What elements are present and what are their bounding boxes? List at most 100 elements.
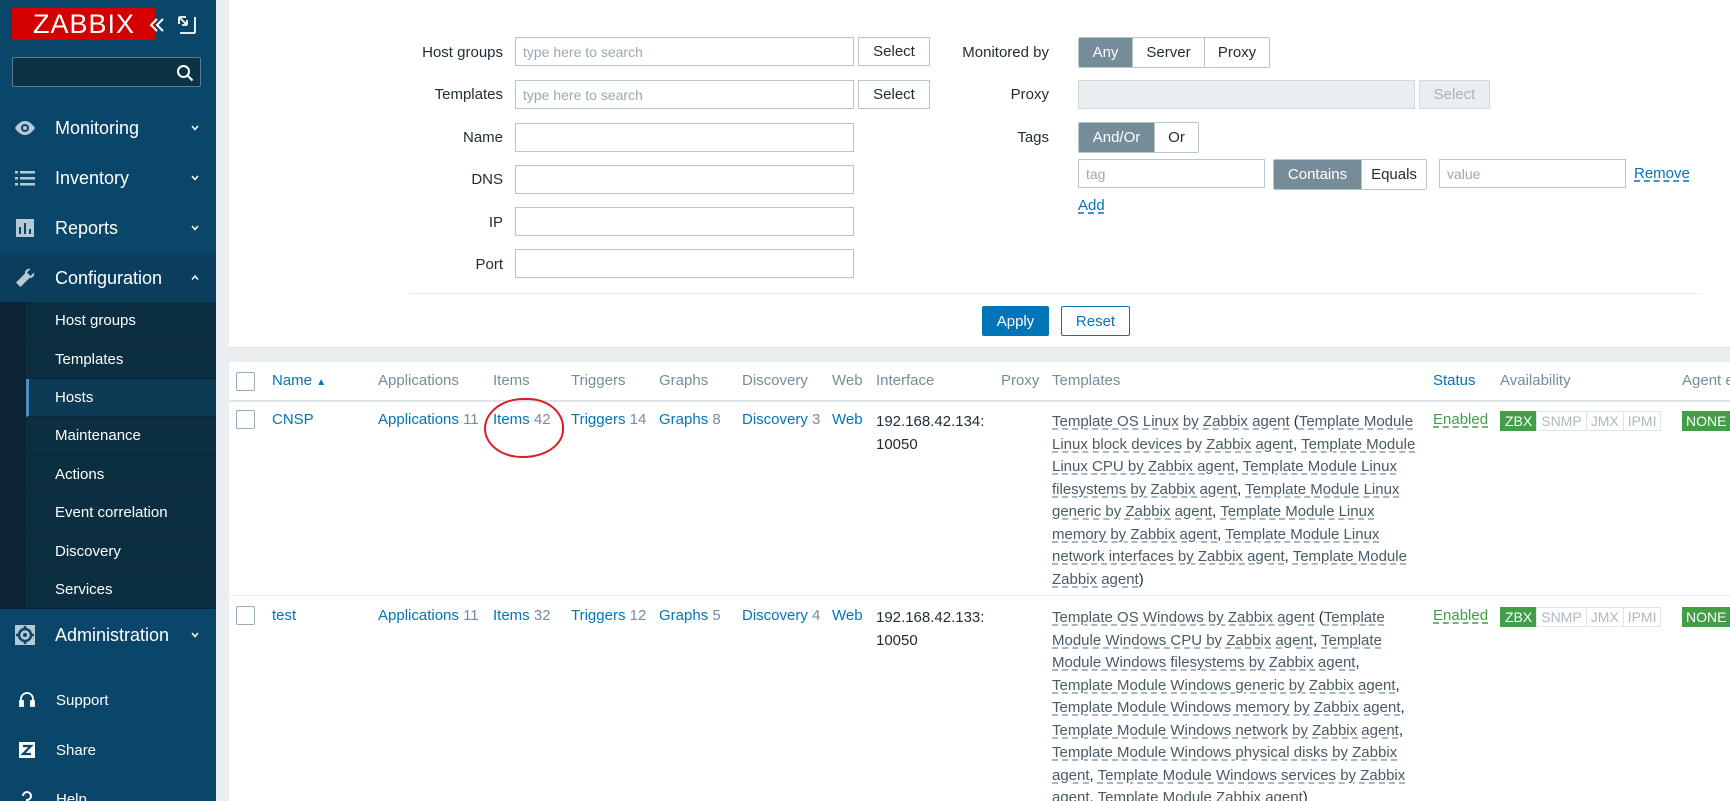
header-web: Web [832, 372, 863, 389]
submenu-actions[interactable]: Actions [26, 456, 216, 494]
search-icon[interactable] [176, 64, 194, 82]
submenu-host-groups[interactable]: Host groups [26, 302, 216, 341]
header-discovery: Discovery [742, 372, 808, 389]
proxy-input[interactable] [1078, 80, 1415, 109]
applications-link[interactable]: Applications [378, 607, 459, 624]
tags-and-or[interactable]: And/Or [1079, 123, 1155, 152]
remove-tag-link[interactable]: Remove [1634, 165, 1690, 182]
tags-or[interactable]: Or [1155, 123, 1198, 152]
linked-template-link[interactable]: Template Module Zabbix agent [1098, 789, 1303, 801]
sidebar-search-input[interactable] [13, 58, 200, 86]
header-name[interactable]: Name ▲ [272, 372, 326, 389]
kiosk-mode-icon[interactable] [176, 14, 198, 36]
name-label: Name [462, 129, 503, 146]
tag-operator-equals[interactable]: Equals [1362, 160, 1426, 189]
interface-port: 10050 [876, 631, 918, 649]
submenu-maintenance[interactable]: Maintenance [26, 417, 216, 456]
triggers-count: 14 [629, 411, 647, 428]
apply-button[interactable]: Apply [982, 306, 1049, 336]
template-link[interactable]: Template OS Linux by Zabbix agent [1052, 413, 1290, 430]
row-checkbox[interactable] [236, 410, 255, 429]
chevron-down-icon [191, 632, 199, 638]
name-input[interactable] [515, 123, 854, 152]
snmp-badge: SNMP [1536, 411, 1587, 431]
menu-inventory[interactable]: Inventory [0, 153, 216, 203]
interface-address: 192.168.42.134: [876, 413, 985, 430]
monitored-by-server[interactable]: Server [1133, 38, 1205, 67]
header-agent-encryption: Agent e [1682, 372, 1730, 389]
dns-input[interactable] [515, 165, 854, 194]
snmp-badge: SNMP [1536, 607, 1587, 627]
discovery-count: 4 [812, 607, 821, 624]
monitored-by-proxy[interactable]: Proxy [1205, 38, 1269, 67]
templates-input[interactable] [515, 80, 854, 109]
web-link[interactable]: Web [832, 411, 863, 428]
support-link[interactable]: Support [0, 680, 216, 720]
host-name-link[interactable]: test [272, 607, 296, 624]
collapse-sidebar-icon[interactable] [146, 14, 168, 36]
port-input[interactable] [515, 249, 854, 278]
graphs-link[interactable]: Graphs [659, 411, 708, 428]
select-all-checkbox[interactable] [236, 372, 255, 391]
applications-link[interactable]: Applications [378, 411, 459, 428]
zbx-badge: ZBX [1500, 607, 1538, 627]
items-link[interactable]: Items [493, 607, 530, 624]
tag-value-input[interactable] [1439, 159, 1626, 188]
submenu-templates[interactable]: Templates [26, 340, 216, 379]
sidebar-search[interactable] [12, 57, 201, 87]
availability-badges: ZBX SNMP JMX IPMI [1500, 411, 1662, 431]
row-checkbox[interactable] [236, 606, 255, 625]
graphs-count: 5 [712, 607, 721, 624]
linked-template-link[interactable]: Template Module Windows generic by Zabbi… [1052, 677, 1396, 694]
reset-button[interactable]: Reset [1061, 306, 1130, 336]
discovery-link[interactable]: Discovery [742, 411, 808, 428]
submenu-event-correlation[interactable]: Event correlation [26, 494, 216, 533]
bar-chart-icon [12, 215, 38, 241]
linked-template-link[interactable]: Template Module Windows network by Zabbi… [1052, 722, 1399, 739]
ipmi-badge: IPMI [1622, 607, 1662, 627]
linked-template-link[interactable]: Template Module Windows memory by Zabbix… [1052, 699, 1401, 716]
share-link[interactable]: Share [0, 730, 216, 770]
zbx-badge: ZBX [1500, 411, 1538, 431]
status-link[interactable]: Enabled [1433, 607, 1488, 624]
eye-icon [12, 115, 38, 141]
submenu-hosts[interactable]: Hosts [26, 378, 216, 418]
menu-reports[interactable]: Reports [0, 203, 216, 253]
host-name-link[interactable]: CNSP [272, 411, 314, 428]
ip-input[interactable] [515, 207, 854, 236]
items-link[interactable]: Items [493, 411, 530, 428]
templates-cell: Template OS Linux by Zabbix agent (Templ… [1052, 413, 1416, 588]
list-icon [12, 165, 38, 191]
submenu-services[interactable]: Services [26, 571, 216, 610]
triggers-count: 12 [629, 607, 647, 624]
add-tag-link[interactable]: Add [1078, 197, 1105, 214]
header-availability: Availability [1500, 372, 1571, 389]
menu-configuration[interactable]: Configuration [0, 253, 216, 303]
encryption-badge: NONE [1682, 411, 1730, 431]
tag-name-input[interactable] [1078, 159, 1265, 188]
graphs-cell: Graphs 5 [659, 607, 721, 624]
monitored-by-any[interactable]: Any [1079, 38, 1133, 67]
host-groups-input[interactable] [515, 37, 854, 66]
help-icon [22, 791, 32, 801]
menu-administration[interactable]: Administration [0, 610, 216, 660]
menu-monitoring[interactable]: Monitoring [0, 103, 216, 153]
triggers-link[interactable]: Triggers [571, 411, 625, 428]
header-status[interactable]: Status [1433, 372, 1476, 389]
triggers-cell: Triggers 14 [571, 411, 646, 428]
web-link[interactable]: Web [832, 607, 863, 624]
filter-divider [409, 293, 1701, 294]
discovery-link[interactable]: Discovery [742, 607, 808, 624]
template-link[interactable]: Template OS Windows by Zabbix agent [1052, 609, 1315, 626]
sort-asc-icon: ▲ [316, 377, 327, 388]
status-link[interactable]: Enabled [1433, 411, 1488, 428]
help-link[interactable]: Help [0, 779, 216, 801]
zabbix-logo[interactable]: ZABBIX [12, 8, 156, 40]
discovery-count: 3 [812, 411, 821, 428]
proxy-select-button[interactable]: Select [1419, 80, 1490, 109]
submenu-discovery[interactable]: Discovery [26, 532, 216, 571]
graphs-link[interactable]: Graphs [659, 607, 708, 624]
tag-operator-contains[interactable]: Contains [1274, 160, 1362, 189]
triggers-link[interactable]: Triggers [571, 607, 625, 624]
share-z-icon [19, 742, 35, 758]
